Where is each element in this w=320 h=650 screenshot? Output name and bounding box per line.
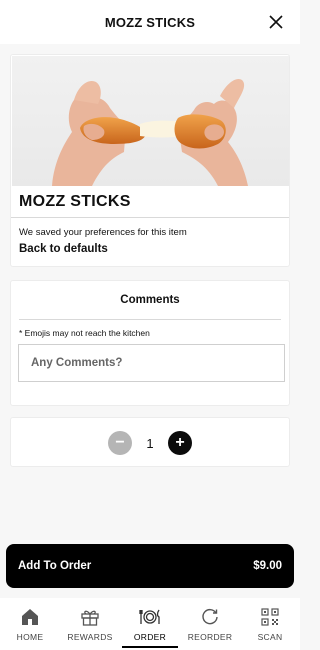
order-price: $9.00: [253, 560, 282, 572]
tab-scan[interactable]: SCAN: [240, 598, 300, 650]
close-button[interactable]: [266, 12, 286, 32]
item-name: MOZZ STICKS: [19, 193, 131, 210]
preference-note: We saved your preferences for this item: [19, 227, 187, 238]
header-bar: MOZZ STICKS: [0, 0, 300, 44]
gift-icon: [79, 606, 101, 628]
tab-label: REORDER: [187, 632, 233, 642]
tab-rewards[interactable]: REWARDS: [60, 598, 120, 650]
tab-label: HOME: [16, 632, 44, 642]
quantity-card: − 1 +: [10, 417, 290, 467]
quantity-stepper: − 1 +: [11, 430, 289, 456]
tab-order[interactable]: ORDER: [120, 598, 180, 650]
increase-quantity-button[interactable]: +: [168, 431, 192, 455]
decrease-quantity-button[interactable]: −: [108, 431, 132, 455]
home-icon: [19, 606, 41, 628]
bottom-tab-bar: HOME REWARDS ORDER REORDER SCAN: [0, 598, 300, 650]
add-to-order-label: Add To Order: [18, 560, 92, 572]
tab-label: SCAN: [257, 632, 283, 642]
emoji-warning-note: * Emojis may not reach the kitchen: [19, 328, 150, 338]
close-icon: [269, 15, 283, 29]
plate-icon: [139, 606, 161, 628]
qr-code-icon: [259, 606, 281, 628]
tab-reorder[interactable]: REORDER: [180, 598, 240, 650]
comments-input[interactable]: [18, 344, 285, 382]
add-to-order-button[interactable]: Add To Order $9.00: [6, 544, 294, 588]
tab-home[interactable]: HOME: [0, 598, 60, 650]
quantity-value: 1: [146, 435, 154, 451]
tab-label: ORDER: [133, 632, 167, 642]
item-photo: [12, 56, 289, 186]
divider: [11, 217, 289, 218]
back-to-defaults-link[interactable]: Back to defaults: [19, 243, 108, 255]
tab-label: REWARDS: [67, 632, 113, 642]
divider: [19, 319, 281, 320]
page-title: MOZZ STICKS: [104, 14, 196, 30]
comments-card: Comments * Emojis may not reach the kitc…: [10, 280, 290, 406]
comments-title: Comments: [120, 294, 180, 306]
item-card: MOZZ STICKS We saved your preferences fo…: [10, 54, 290, 267]
reorder-icon: [199, 606, 221, 628]
